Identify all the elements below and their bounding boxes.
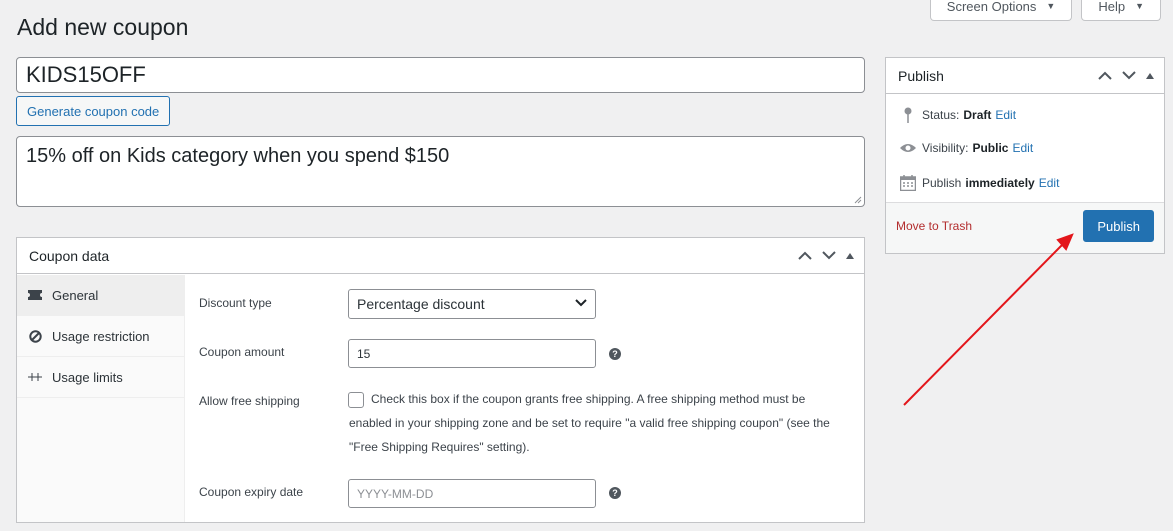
chevron-up-icon[interactable] bbox=[1098, 71, 1112, 80]
calendar-icon bbox=[898, 175, 918, 191]
generate-coupon-code-button[interactable]: Generate coupon code bbox=[16, 96, 171, 126]
coupon-data-tabs: General Usage restriction Usage limits bbox=[17, 275, 185, 522]
panel-controls bbox=[798, 251, 864, 260]
help-icon[interactable]: ? bbox=[609, 487, 621, 499]
edit-publish-date-link[interactable]: Edit bbox=[1039, 176, 1060, 190]
tab-label: Usage limits bbox=[52, 369, 123, 385]
help-icon[interactable]: ? bbox=[609, 348, 621, 360]
screen-meta-links: Screen Options ▼ Help ▼ bbox=[929, 0, 1161, 21]
page-title: Add new coupon bbox=[17, 14, 189, 40]
visibility-value: Public bbox=[972, 141, 1009, 155]
coupon-general-fields: Discount type Percentage discount Coupon… bbox=[185, 275, 864, 522]
chevron-down-icon[interactable] bbox=[1122, 71, 1136, 80]
tab-label: Usage restriction bbox=[52, 328, 150, 344]
tab-usage-restriction[interactable]: Usage restriction bbox=[17, 316, 184, 357]
publish-panel: Publish Status: Draft Edit Visibility: P… bbox=[885, 57, 1165, 254]
coupon-description-text: 15% off on Kids category when you spend … bbox=[26, 145, 450, 167]
free-shipping-label: Allow free shipping bbox=[199, 394, 300, 408]
edit-visibility-link[interactable]: Edit bbox=[1012, 141, 1033, 155]
chevron-down-icon[interactable] bbox=[822, 251, 836, 260]
publish-header: Publish bbox=[886, 58, 1164, 94]
discount-type-value: Percentage discount bbox=[357, 296, 485, 312]
help-label: Help bbox=[1098, 0, 1126, 14]
tab-general[interactable]: General bbox=[17, 275, 184, 316]
tab-label: General bbox=[52, 287, 99, 303]
expiry-date-label: Coupon expiry date bbox=[199, 485, 304, 499]
caret-down-icon: ▼ bbox=[1135, 1, 1144, 11]
discount-type-select[interactable]: Percentage discount bbox=[348, 289, 596, 319]
prohibited-icon bbox=[27, 328, 43, 344]
status-row: Status: Draft Edit bbox=[898, 107, 1016, 123]
publish-title: Publish bbox=[898, 67, 944, 84]
caret-down-icon: ▼ bbox=[1046, 1, 1056, 11]
chevron-up-icon[interactable] bbox=[798, 251, 812, 260]
eye-icon bbox=[898, 142, 918, 154]
publish-date-value: immediately bbox=[965, 176, 1035, 190]
panel-controls bbox=[1098, 71, 1164, 80]
free-shipping-description: Check this box if the coupon grants free… bbox=[349, 392, 830, 454]
expiry-date-input[interactable]: YYYY-MM-DD bbox=[348, 479, 596, 508]
coupon-amount-input[interactable]: 15 bbox=[348, 339, 596, 368]
pin-icon bbox=[898, 107, 918, 123]
coupon-data-panel: Coupon data General Usage restriction Us… bbox=[16, 237, 865, 523]
publish-actions: Move to Trash Publish bbox=[886, 202, 1164, 253]
move-to-trash-link[interactable]: Move to Trash bbox=[896, 219, 972, 233]
discount-type-label: Discount type bbox=[199, 296, 272, 310]
screen-options-button[interactable]: Screen Options ▼ bbox=[929, 0, 1073, 21]
publish-date-label: Publish bbox=[922, 176, 962, 190]
coupon-description-textarea[interactable]: 15% off on Kids category when you spend … bbox=[16, 136, 865, 207]
publish-button[interactable]: Publish bbox=[1083, 210, 1154, 242]
resize-handle-icon[interactable] bbox=[854, 196, 862, 204]
coupon-amount-label: Coupon amount bbox=[199, 345, 285, 359]
coupon-code-input[interactable]: KIDS15OFF bbox=[16, 57, 865, 93]
chevron-down-icon bbox=[575, 299, 587, 307]
publish-date-row: Publish immediately Edit bbox=[898, 175, 1059, 191]
screen-options-label: Screen Options bbox=[946, 0, 1037, 14]
toggle-panel-icon[interactable] bbox=[1146, 72, 1154, 79]
status-label: Status: bbox=[922, 108, 960, 122]
coupon-data-header: Coupon data bbox=[17, 238, 864, 274]
tab-usage-limits[interactable]: Usage limits bbox=[17, 357, 184, 398]
help-button[interactable]: Help ▼ bbox=[1081, 0, 1161, 21]
coupon-data-title: Coupon data bbox=[29, 247, 110, 264]
ticket-icon bbox=[27, 287, 43, 303]
limits-icon bbox=[27, 369, 43, 385]
toggle-panel-icon[interactable] bbox=[846, 252, 854, 259]
edit-status-link[interactable]: Edit bbox=[995, 108, 1016, 122]
visibility-row: Visibility: Public Edit bbox=[898, 141, 1033, 155]
status-value: Draft bbox=[963, 108, 992, 122]
visibility-label: Visibility: bbox=[922, 141, 969, 155]
